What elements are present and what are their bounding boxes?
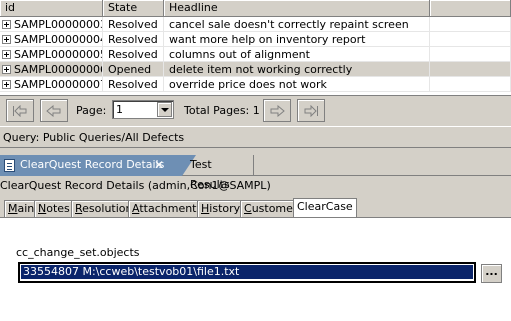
tab-label: ClearQuest Record Details bbox=[20, 158, 165, 171]
next-page-button[interactable] bbox=[263, 99, 291, 122]
change-set-item[interactable]: 33554807 M:\ccweb\testvob01\file1.txt bbox=[21, 265, 473, 279]
expand-icon[interactable] bbox=[2, 64, 11, 74]
change-set-label: cc_change_set.objects bbox=[16, 246, 140, 259]
column-header-headline[interactable]: Headline bbox=[164, 0, 430, 17]
table-row[interactable]: SAMPL00000005 Resolved columns out of al… bbox=[0, 47, 511, 62]
record-id: SAMPL00000007 bbox=[14, 77, 103, 91]
record-headline: columns out of alignment bbox=[164, 47, 430, 62]
expand-icon[interactable] bbox=[2, 49, 11, 59]
expand-icon[interactable] bbox=[2, 19, 11, 29]
record-extra bbox=[430, 62, 511, 77]
browse-button[interactable]: ... bbox=[481, 264, 502, 283]
first-page-button[interactable] bbox=[6, 99, 34, 122]
tab-mnemonic: C bbox=[244, 202, 252, 215]
clearcase-form: cc_change_set.objects 33554807 M:\ccweb\… bbox=[0, 217, 511, 321]
record-id: SAMPL00000005 bbox=[14, 47, 103, 61]
record-headline: override price does not work bbox=[164, 77, 430, 92]
tab-notes[interactable]: Notes bbox=[34, 200, 74, 218]
pager-toolbar: Page: 1 Total Pages: 1 bbox=[0, 95, 511, 125]
tab-label: esolution bbox=[82, 202, 133, 215]
table-row-selected[interactable]: SAMPL00000006 Opened delete item not wor… bbox=[0, 62, 511, 77]
column-header-id[interactable]: id bbox=[0, 0, 103, 17]
arrow-left-icon bbox=[46, 104, 61, 117]
tab-clearcase[interactable]: ClearCase bbox=[293, 198, 357, 218]
record-extra bbox=[430, 32, 511, 47]
expand-icon[interactable] bbox=[2, 34, 11, 44]
last-page-button[interactable] bbox=[297, 99, 325, 122]
row-id-cell: SAMPL00000005 bbox=[0, 47, 103, 62]
query-path: Query: Public Queries/All Defects bbox=[0, 126, 511, 148]
close-icon[interactable]: ✕ bbox=[154, 155, 164, 175]
record-state: Opened bbox=[103, 62, 164, 77]
record-headline: delete item not working correctly bbox=[164, 62, 430, 77]
record-extra bbox=[430, 77, 511, 92]
record-id: SAMPL00000004 bbox=[14, 32, 103, 46]
row-id-cell: SAMPL00000007 bbox=[0, 77, 103, 92]
record-title: ClearQuest Record Details (admin,Con1@SA… bbox=[0, 179, 271, 192]
record-state: Resolved bbox=[103, 32, 164, 47]
record-headline: cancel sale doesn't correctly repaint sc… bbox=[164, 17, 430, 32]
row-id-cell: SAMPL00000004 bbox=[0, 32, 103, 47]
column-header-filler bbox=[430, 0, 511, 17]
tab-label: istory bbox=[209, 202, 241, 215]
table-row[interactable]: SAMPL00000007 Resolved override price do… bbox=[0, 77, 511, 92]
record-state: Resolved bbox=[103, 77, 164, 92]
record-extra bbox=[430, 47, 511, 62]
record-id: SAMPL00000003 bbox=[14, 17, 103, 31]
record-headline: want more help on inventory report bbox=[164, 32, 430, 47]
table-row[interactable]: SAMPL00000004 Resolved want more help on… bbox=[0, 32, 511, 47]
page-select-value: 1 bbox=[116, 103, 123, 116]
tab-label: ClearCase bbox=[297, 200, 353, 213]
first-page-icon bbox=[13, 104, 27, 117]
row-id-cell: SAMPL00000006 bbox=[0, 62, 103, 77]
view-tab-bar: ClearQuest Record Details ✕ Test Results bbox=[0, 154, 511, 191]
tab-resolution[interactable]: Resolution bbox=[71, 200, 137, 218]
tab-label: otes bbox=[46, 202, 70, 215]
record-id: SAMPL00000006 bbox=[14, 62, 103, 76]
record-state: Resolved bbox=[103, 17, 164, 32]
table-header: id State Headline bbox=[0, 0, 511, 17]
tab-label: ustomer bbox=[251, 202, 298, 215]
tab-mnemonic: N bbox=[38, 202, 47, 215]
tab-label: ttachments bbox=[139, 202, 203, 215]
page-label: Page: bbox=[76, 104, 107, 117]
tab-label: ain bbox=[17, 202, 35, 215]
tab-mnemonic: M bbox=[8, 202, 18, 215]
page-select[interactable]: 1 bbox=[112, 100, 174, 119]
record-extra bbox=[430, 17, 511, 32]
record-state: Resolved bbox=[103, 47, 164, 62]
tab-clearquest-record-details[interactable]: ClearQuest Record Details ✕ bbox=[0, 155, 182, 176]
column-header-state[interactable]: State bbox=[103, 0, 164, 17]
table-row[interactable]: SAMPL00000003 Resolved cancel sale doesn… bbox=[0, 17, 511, 32]
previous-page-button[interactable] bbox=[40, 99, 68, 122]
expand-icon[interactable] bbox=[2, 79, 11, 89]
total-pages-label: Total Pages: 1 bbox=[184, 104, 260, 117]
chevron-down-icon[interactable] bbox=[157, 102, 172, 117]
document-icon bbox=[4, 159, 15, 172]
tab-test-results[interactable]: Test Results bbox=[184, 155, 254, 191]
results-table: id State Headline SAMPL00000003 Resolved… bbox=[0, 0, 511, 95]
change-set-list[interactable]: 33554807 M:\ccweb\testvob01\file1.txt bbox=[18, 262, 476, 283]
form-tab-bar: Main Notes Resolution Attachments Histor… bbox=[0, 198, 511, 218]
row-id-cell: SAMPL00000003 bbox=[0, 17, 103, 32]
arrow-right-icon bbox=[270, 104, 285, 117]
last-page-icon bbox=[304, 104, 318, 117]
tab-attachments[interactable]: Attachments bbox=[128, 200, 207, 218]
tab-history[interactable]: History bbox=[197, 200, 245, 218]
